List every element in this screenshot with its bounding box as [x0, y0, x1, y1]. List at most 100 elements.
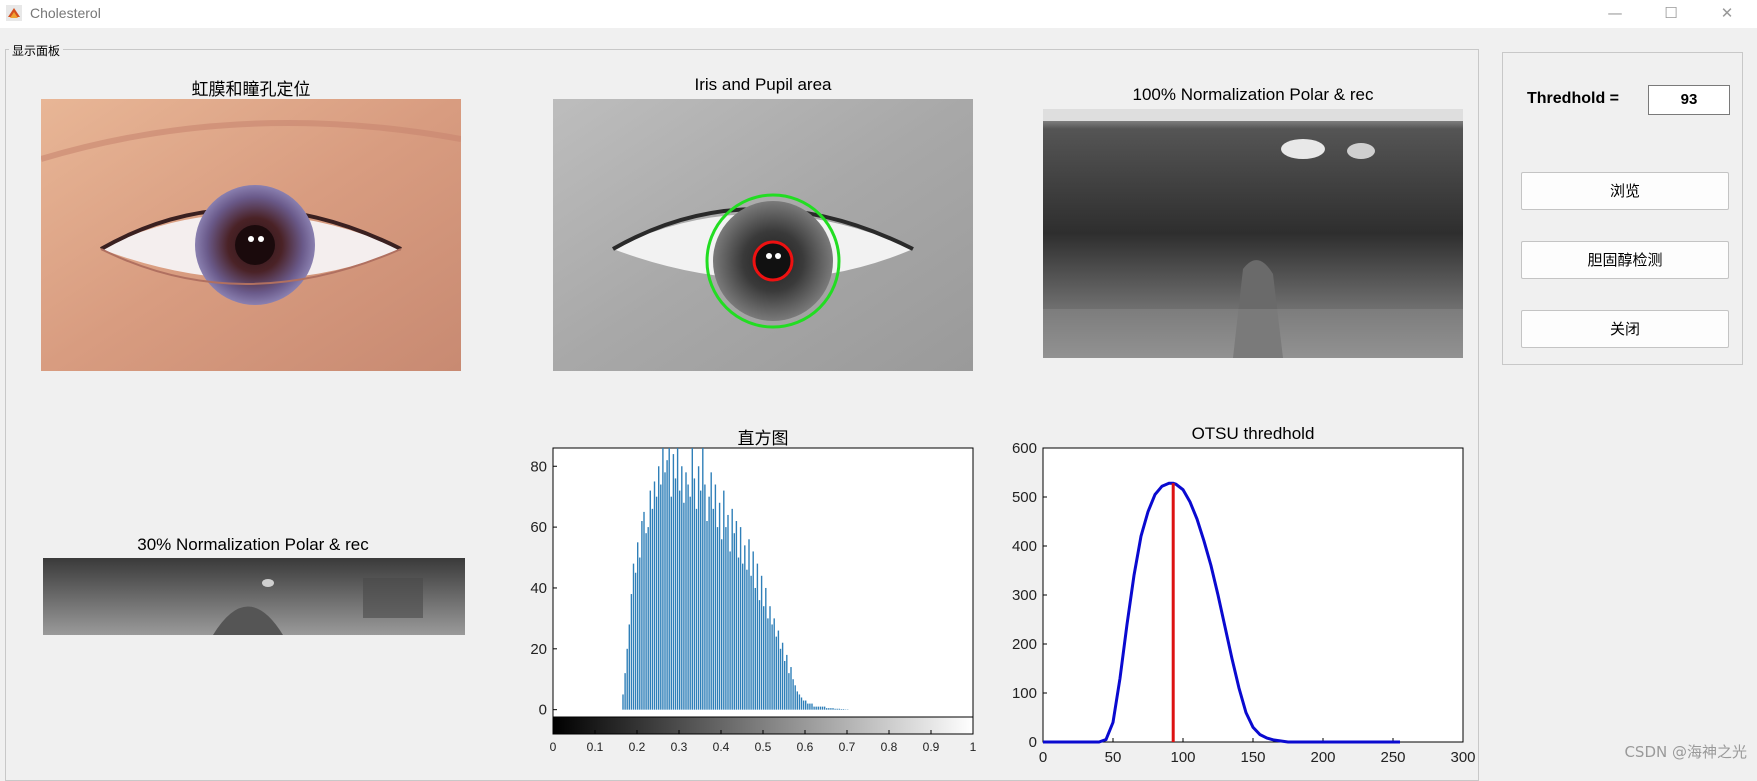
iris-locate-title: 虹膜和瞳孔定位	[41, 75, 461, 100]
histogram-bar	[706, 521, 707, 710]
histogram-bar	[641, 521, 642, 710]
histogram-bar	[675, 478, 676, 709]
histogram-bar	[786, 655, 787, 710]
histogram-bar	[700, 491, 701, 710]
histogram-bar	[803, 701, 804, 710]
histogram-bar	[696, 509, 697, 710]
histogram-bar	[795, 685, 796, 709]
histogram-bar	[719, 503, 720, 710]
histogram-bar	[652, 509, 653, 710]
histogram-bar	[843, 709, 844, 710]
histogram-bar	[767, 618, 768, 709]
histogram-bar	[702, 448, 703, 710]
histogram-x-tick-label: 0.3	[671, 740, 688, 754]
histogram-bar	[784, 661, 785, 710]
histogram-x-tick-label: 0.2	[629, 740, 646, 754]
histogram-x-tick-label: 0.1	[587, 740, 604, 754]
histogram-bar	[771, 624, 772, 709]
histogram-bar	[805, 701, 806, 710]
histogram-bar	[683, 503, 684, 710]
histogram-x-tick-label: 1	[970, 740, 977, 754]
histogram-bar	[828, 708, 829, 710]
norm30-image	[43, 558, 465, 635]
histogram-bar	[807, 704, 808, 710]
otsu-x-tick-label: 150	[1240, 749, 1265, 766]
histogram-bar	[746, 570, 747, 710]
histogram-bar	[839, 709, 840, 710]
histogram-bar	[801, 697, 802, 709]
threshold-field[interactable]: 93	[1648, 85, 1730, 115]
histogram-bar	[658, 466, 659, 709]
histogram-x-tick-label: 0.6	[797, 740, 814, 754]
otsu-x-tick-label: 0	[1039, 749, 1047, 766]
histogram-bar	[822, 707, 823, 710]
histogram-bar	[681, 466, 682, 709]
histogram-bar	[837, 709, 838, 710]
otsu-y-tick-label: 600	[1012, 440, 1037, 457]
otsu-x-tick-label: 300	[1450, 749, 1475, 766]
histogram-bar	[750, 576, 751, 710]
histogram-bar	[685, 472, 686, 709]
watermark: CSDN @海神之光	[1624, 741, 1747, 762]
histogram-x-tick-label: 0.4	[713, 740, 730, 754]
iris-area-title: Iris and Pupil area	[553, 75, 973, 95]
maximize-button[interactable]: ☐	[1643, 0, 1699, 28]
histogram-chart: 00.10.20.30.40.50.60.70.80.91 020406080	[520, 440, 980, 770]
histogram-bar	[824, 707, 825, 710]
histogram-bar	[816, 707, 817, 710]
histogram-bar	[666, 460, 667, 709]
histogram-bar	[639, 558, 640, 710]
cholesterol-detect-button[interactable]: 胆固醇检测	[1521, 241, 1729, 279]
histogram-bar	[790, 667, 791, 710]
browse-button[interactable]: 浏览	[1521, 172, 1729, 210]
norm100-image	[1043, 109, 1463, 358]
histogram-bar	[830, 708, 831, 710]
histogram-bar	[778, 631, 779, 710]
histogram-bar	[629, 624, 630, 709]
histogram-bar	[841, 709, 842, 710]
otsu-x-tick-label: 200	[1310, 749, 1335, 766]
histogram-bar	[656, 497, 657, 710]
histogram-bar	[732, 509, 733, 710]
histogram-bar	[748, 539, 749, 709]
threshold-label: Thredhold =	[1527, 90, 1619, 108]
histogram-bar	[635, 573, 636, 710]
otsu-y-tick-label: 0	[1029, 734, 1037, 751]
histogram-bar	[708, 497, 709, 710]
histogram-bar	[698, 466, 699, 709]
histogram-bar	[660, 485, 661, 710]
histogram-bar	[755, 588, 756, 710]
histogram-bar	[650, 491, 651, 710]
histogram-bar	[811, 704, 812, 710]
otsu-x-tick-label: 100	[1170, 749, 1195, 766]
histogram-bar	[820, 707, 821, 710]
color-eye-image	[41, 99, 461, 371]
window-title: Cholesterol	[30, 5, 101, 21]
histogram-bar	[776, 637, 777, 710]
histogram-bar	[669, 448, 670, 710]
histogram-bar	[813, 707, 814, 710]
histogram-bar	[627, 649, 628, 710]
histogram-bar	[723, 491, 724, 710]
matlab-icon	[6, 5, 22, 21]
histogram-bar	[677, 448, 678, 710]
histogram-x-tick-label: 0.9	[923, 740, 940, 754]
histogram-bar	[742, 564, 743, 710]
histogram-y-tick-label: 0	[539, 702, 547, 719]
histogram-bar	[725, 527, 726, 710]
histogram-bar	[792, 679, 793, 709]
minimize-button[interactable]: —	[1587, 0, 1643, 28]
histogram-bar	[761, 576, 762, 710]
otsu-x-tick-label: 250	[1380, 749, 1405, 766]
histogram-bar	[643, 512, 644, 710]
norm30-title: 30% Normalization Polar & rec	[43, 535, 463, 555]
histogram-bar	[753, 551, 754, 709]
close-window-button[interactable]: ✕	[1699, 0, 1755, 28]
histogram-x-tick-label: 0	[550, 740, 557, 754]
histogram-bar	[826, 708, 827, 710]
close-button[interactable]: 关闭	[1521, 310, 1729, 348]
histogram-bar	[662, 448, 663, 710]
histogram-bar	[738, 558, 739, 710]
histogram-y-tick-label: 40	[530, 580, 547, 597]
otsu-y-tick-label: 200	[1012, 636, 1037, 653]
